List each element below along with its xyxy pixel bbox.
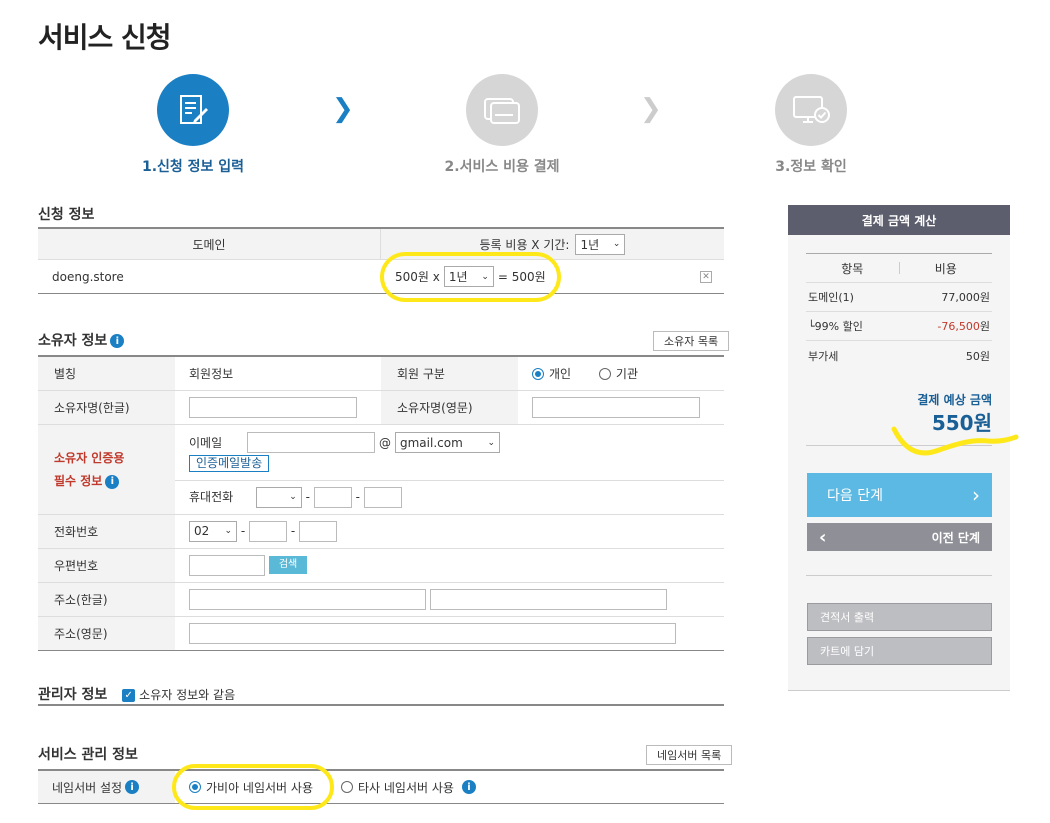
chevron-down-icon: ⌄: [487, 437, 495, 448]
email-domain-select[interactable]: gmail.com ⌄: [395, 432, 500, 453]
dash: -: [355, 489, 360, 504]
column-header-domain: 도메인: [38, 229, 381, 259]
same-as-owner-checkbox[interactable]: ✓: [122, 689, 136, 702]
chevron-down-icon: ⌄: [224, 526, 232, 536]
payment-panel-title: 결제 금액 계산: [788, 205, 1010, 235]
send-auth-mail-button[interactable]: 인증메일발송: [189, 455, 270, 472]
chevron-right-icon: ❯: [332, 94, 354, 124]
radio-org[interactable]: [598, 368, 611, 381]
nameserver-row: 네임서버 설정 i 가비아 네임서버 사용 타사 네임서버 사용 i: [38, 769, 724, 804]
chevron-right-icon: ›: [972, 483, 980, 507]
table-row: └99% 할인 -76,500원: [806, 312, 992, 341]
credit-card-icon: [466, 74, 538, 146]
zip-label: 우편번호: [38, 548, 175, 583]
addr-en-label: 주소(영문): [38, 616, 175, 651]
chevron-down-icon: ⌄: [289, 492, 297, 502]
phone-prefix-select[interactable]: 02 ⌄: [189, 520, 237, 542]
info-icon[interactable]: i: [461, 780, 476, 794]
chevron-left-icon: ‹: [819, 526, 827, 548]
email-label: 이메일: [189, 436, 223, 450]
column-header-item: 항목: [841, 261, 864, 276]
radio-other-ns[interactable]: [341, 781, 353, 793]
page-title: 서비스 신청: [38, 21, 172, 54]
domain-name: doeng.store: [52, 269, 124, 284]
application-info-title: 신청 정보: [38, 207, 95, 223]
prev-step-button[interactable]: ‹ 이전 단계: [807, 523, 992, 551]
table-row: 도메인(1) 77,000원: [806, 283, 992, 312]
zip-input[interactable]: [189, 554, 265, 576]
chevron-right-icon: ❯: [640, 94, 662, 124]
name-en-label: 소유자명(영문): [381, 390, 518, 425]
step-1-label: 1.신청 정보 입력: [141, 159, 245, 175]
mobile-last-input[interactable]: [363, 486, 402, 508]
info-icon[interactable]: i: [110, 334, 125, 348]
info-icon[interactable]: i: [105, 474, 120, 489]
alias-value: 회원정보: [175, 356, 381, 391]
form-edit-icon: [157, 74, 229, 146]
monitor-check-icon: [775, 74, 847, 146]
highlight-mark: [380, 252, 561, 302]
add-to-cart-button[interactable]: 카트에 담기: [807, 637, 992, 665]
addr-en-input[interactable]: [189, 622, 676, 644]
chevron-down-icon: ⌄: [612, 239, 621, 249]
name-kr-label: 소유자명(한글): [38, 390, 175, 425]
delete-icon[interactable]: ✕: [700, 270, 712, 283]
nameserver-list-button[interactable]: 네임서버 목록: [646, 745, 733, 765]
name-en-input[interactable]: [532, 396, 700, 418]
fee-label: 등록 비용 X 기간:: [479, 237, 570, 252]
info-icon[interactable]: i: [125, 780, 140, 794]
print-quote-button[interactable]: 견적서 출력: [807, 603, 992, 631]
service-info-title: 서비스 관리 정보: [38, 747, 138, 763]
radio-personal[interactable]: [532, 368, 544, 381]
table-row: 부가세 50원: [808, 349, 990, 363]
step-3: 3.정보 확인: [741, 74, 881, 176]
step-1: 1.신청 정보 입력: [123, 74, 263, 176]
addr-kr-input-2[interactable]: [429, 588, 667, 610]
dash: -: [290, 523, 296, 538]
highlight-squiggle: [891, 426, 1019, 456]
step-3-label: 3.정보 확인: [775, 159, 847, 175]
addr-kr-label: 주소(한글): [38, 582, 175, 617]
mobile-mid-input[interactable]: [313, 486, 352, 508]
dash: -: [305, 489, 310, 504]
auth-info-label: 소유자 인증용 필수 정보 i: [38, 424, 175, 515]
email-id-input[interactable]: [247, 432, 375, 453]
period-header-select[interactable]: 1년 ⌄: [575, 233, 626, 255]
zip-search-button[interactable]: 검색: [268, 556, 308, 574]
radio-other-ns-label: 타사 네임서버 사용: [358, 780, 454, 795]
mobile-label: 휴대전화: [189, 489, 234, 504]
at-symbol: @: [379, 435, 391, 450]
step-2: 2.서비스 비용 결제: [432, 74, 572, 176]
highlight-mark: [172, 764, 334, 810]
payment-calc-table: 항목 비용 도메인(1) 77,000원 └99% 할인 -76,500원 부가세 5…: [806, 253, 992, 370]
name-kr-input[interactable]: [189, 396, 357, 418]
owner-info-title: 소유자 정보 i: [38, 330, 125, 350]
owner-list-button[interactable]: 소유자 목록: [653, 331, 730, 351]
total-label: 결제 예상 금액: [917, 393, 992, 407]
mobile-prefix-select[interactable]: ⌄: [255, 486, 302, 508]
alias-label: 별칭: [38, 356, 175, 391]
phone-last-input[interactable]: [299, 520, 337, 542]
phone-mid-input[interactable]: [249, 520, 287, 542]
step-2-label: 2.서비스 비용 결제: [444, 159, 560, 175]
admin-info-title: 관리자 정보 ✓ 소유자 정보와 같음: [38, 687, 236, 703]
column-header-cost: 비용: [934, 261, 957, 276]
same-as-owner-label: 소유자 정보와 같음: [139, 688, 236, 702]
phone-label: 전화번호: [38, 514, 175, 549]
radio-org-label: 기관: [615, 366, 639, 381]
divider: [38, 704, 724, 706]
nameserver-label: 네임서버 설정 i: [38, 771, 175, 803]
dash: -: [240, 523, 246, 538]
owner-form: 별칭 회원정보 회원 구분 개인 기관 소유자명(한글) 소유자명(영문) 소유…: [38, 355, 724, 651]
radio-personal-label: 개인: [549, 366, 572, 381]
next-step-button[interactable]: 다음 단계 ›: [807, 473, 992, 517]
member-type-label: 회원 구분: [381, 356, 518, 391]
addr-kr-input-1[interactable]: [189, 588, 426, 610]
